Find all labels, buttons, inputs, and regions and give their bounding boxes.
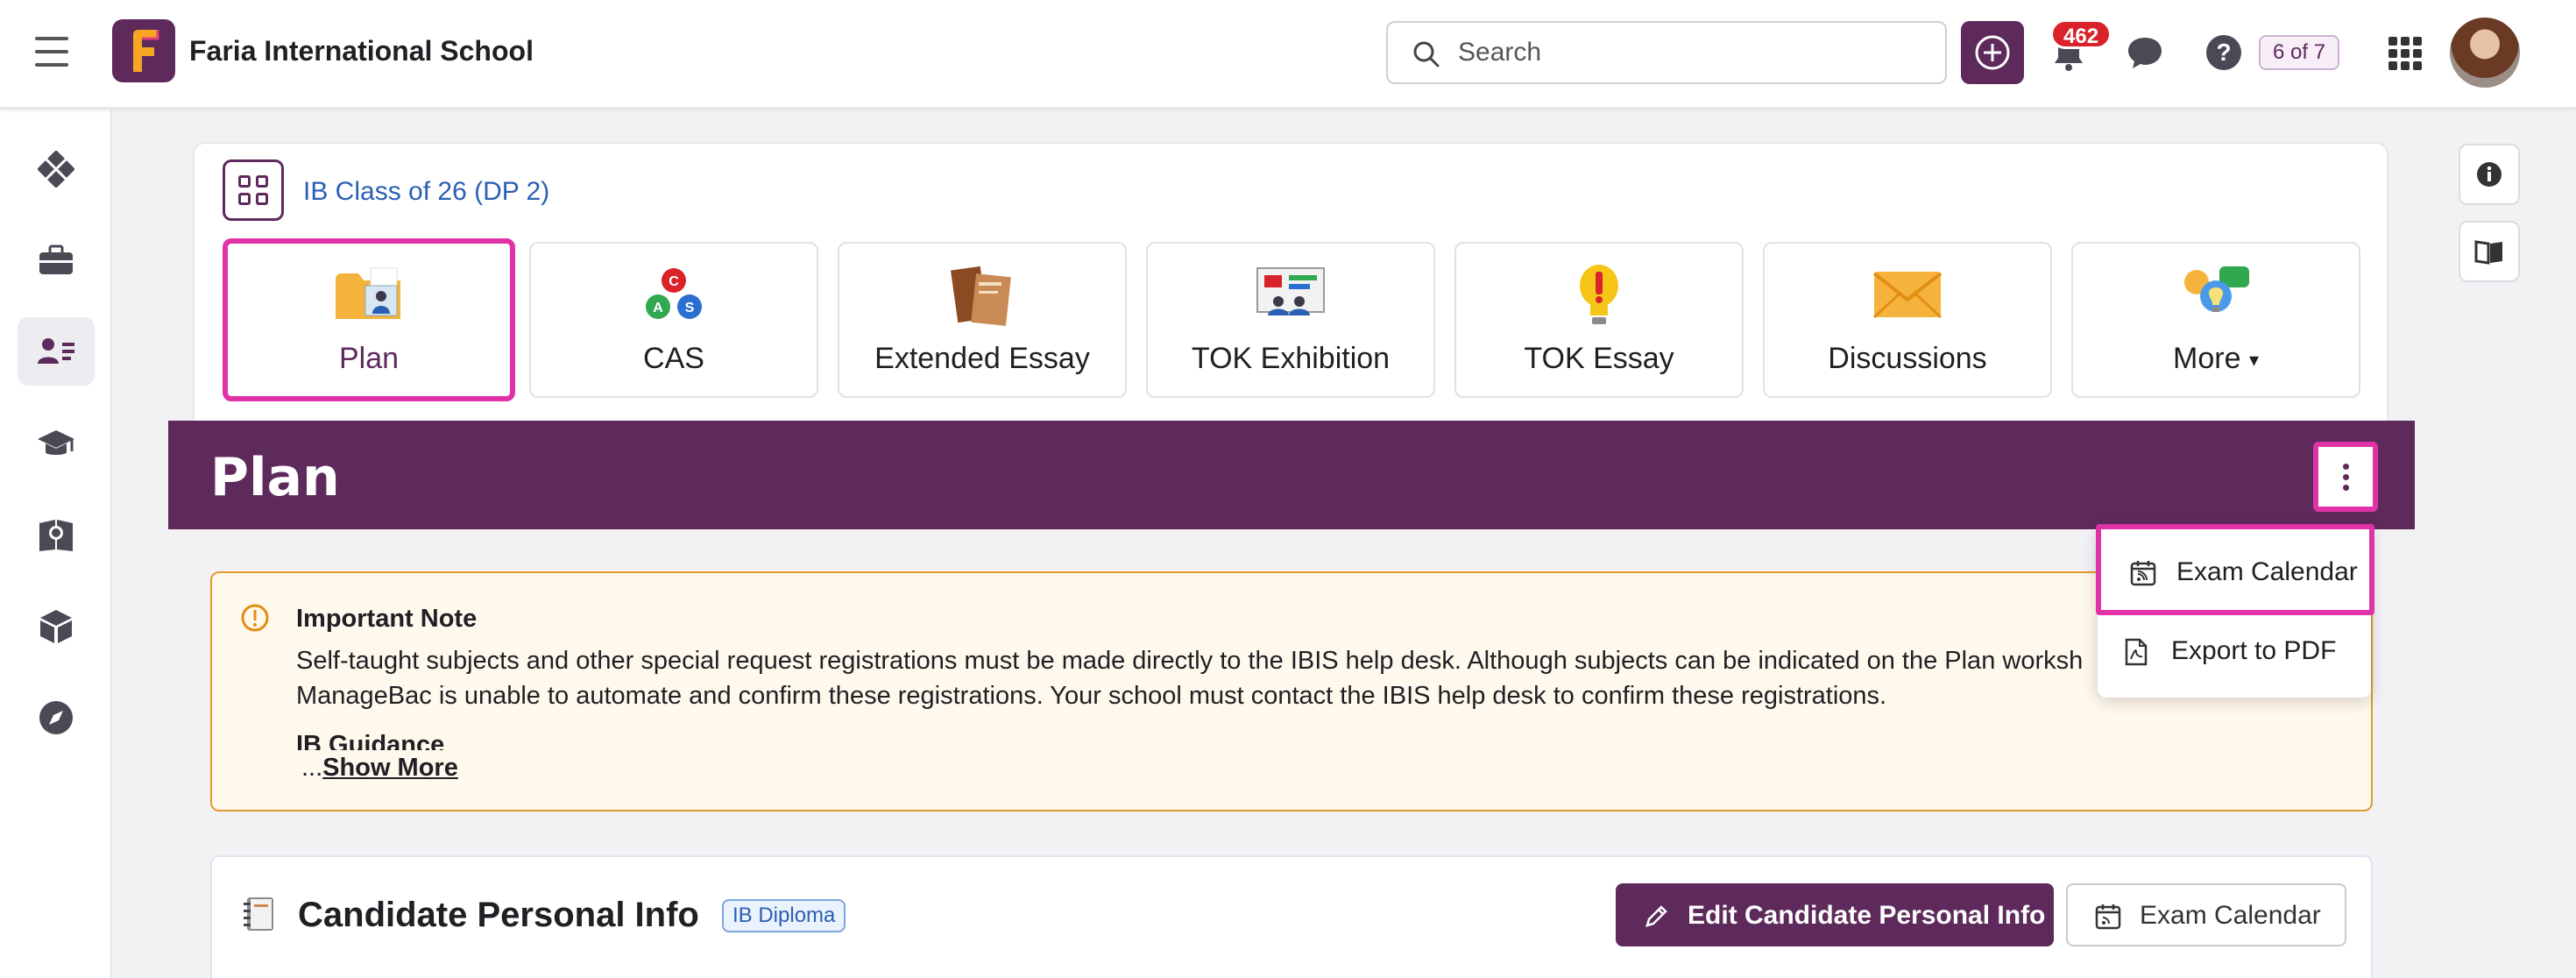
menu-item-exam-calendar[interactable]: Exam Calendar	[2096, 524, 2374, 615]
info-button[interactable]	[2459, 144, 2520, 205]
nav-briefcase-icon[interactable]	[18, 226, 95, 294]
top-bar: Faria International School 462 ? 6 of 7	[0, 0, 2576, 109]
important-note: Important Note Self-taught subjects and …	[210, 571, 2373, 811]
nav-dashboard-icon[interactable]	[18, 135, 95, 203]
open-book-icon	[2474, 240, 2502, 265]
show-more-link[interactable]: Show More	[322, 754, 458, 782]
guide-book-button[interactable]	[2459, 221, 2520, 282]
nav-compass-icon[interactable]	[18, 684, 95, 752]
nav-cube-icon[interactable]	[18, 592, 95, 661]
svg-text:C: C	[669, 274, 679, 289]
tile-cas[interactable]: CAS CAS	[529, 242, 818, 398]
menu-item-export-pdf[interactable]: Export to PDF	[2098, 613, 2371, 691]
tile-label: Extended Essay	[874, 342, 1090, 375]
messages-chat-icon[interactable]	[2126, 35, 2164, 74]
notebook-icon	[240, 894, 279, 939]
nav-graduation-cap-icon[interactable]	[18, 410, 95, 478]
tile-label: Discussions	[1828, 342, 1987, 375]
apps-grid-icon[interactable]	[2388, 37, 2422, 70]
help-question-icon[interactable]: ?	[2206, 35, 2241, 70]
svg-text:A: A	[653, 301, 663, 315]
note-text-line: Self-taught subjects and other special r…	[296, 647, 2084, 675]
class-link[interactable]: IB Class of 26 (DP 2)	[303, 177, 549, 207]
search-box[interactable]	[1386, 21, 1947, 84]
folder-person-icon	[332, 263, 406, 329]
more-options-kebab-icon[interactable]	[2313, 442, 2378, 512]
tile-label: Plan	[338, 342, 400, 375]
envelope-icon	[1871, 263, 1944, 329]
tile-discussions[interactable]: Discussions	[1763, 242, 2052, 398]
class-grid-icon[interactable]	[223, 159, 284, 221]
caret-down-icon: ▾	[2248, 349, 2259, 372]
exclamation-bulb-icon	[1573, 263, 1625, 336]
nav-globe-book-icon[interactable]	[18, 501, 95, 570]
plus-circle-icon	[1975, 35, 2010, 70]
menu-item-label: Export to PDF	[2171, 636, 2337, 665]
show-more: ...Show More	[301, 754, 458, 783]
notifications-count-badge: 462	[2050, 19, 2112, 49]
section-title: Candidate Personal Info	[298, 896, 699, 934]
plan-options-menu: Exam Calendar Export to PDF	[2096, 524, 2374, 698]
cas-triangle-icon: CA S	[639, 263, 709, 329]
candidate-personal-info-card: Candidate Personal Info IB Diploma Edit …	[210, 855, 2373, 978]
warning-circle-icon	[240, 603, 270, 637]
tile-label: More ▾	[2073, 342, 2359, 376]
edit-candidate-info-button[interactable]: Edit Candidate Personal Info	[1616, 883, 2054, 946]
lightbulb-chat-icon	[2179, 263, 2253, 330]
plan-banner: Plan	[168, 421, 2415, 529]
books-icon	[947, 263, 1017, 334]
tile-extended-essay[interactable]: Extended Essay	[838, 242, 1127, 398]
search-icon	[1412, 40, 1440, 73]
left-navigation	[0, 110, 112, 978]
exam-calendar-button[interactable]: Exam Calendar	[2066, 883, 2346, 946]
button-label: Exam Calendar	[2140, 901, 2321, 930]
school-logo[interactable]	[112, 19, 175, 82]
presentation-board-icon	[1254, 263, 1327, 329]
menu-item-label: Exam Calendar	[2176, 557, 2358, 586]
tile-label: TOK Exhibition	[1191, 342, 1391, 375]
svg-text:S: S	[685, 301, 695, 315]
search-input[interactable]	[1458, 35, 1931, 70]
note-guidance-heading: IB Guidance	[296, 731, 445, 750]
pencil-icon	[1644, 903, 1670, 936]
note-title: Important Note	[296, 605, 478, 633]
calendar-feed-icon	[2094, 903, 2122, 938]
note-text-line: ManageBac is unable to automate and conf…	[296, 682, 1887, 710]
button-label: Edit Candidate Personal Info	[1688, 901, 2046, 930]
more-label: More	[2173, 342, 2241, 375]
tile-plan[interactable]: Plan	[223, 238, 515, 401]
ellipsis: ...	[301, 754, 323, 782]
pdf-icon	[2124, 638, 2148, 670]
program-badge: IB Diploma	[722, 899, 846, 932]
school-name[interactable]: Faria International School	[189, 35, 534, 67]
tile-label: TOK Essay	[1524, 342, 1674, 375]
page-title: Plan	[210, 447, 340, 508]
info-icon	[2477, 162, 2502, 187]
onboarding-counter[interactable]: 6 of 7	[2259, 35, 2340, 70]
add-button[interactable]	[1961, 21, 2024, 84]
tile-more[interactable]: More ▾	[2071, 242, 2360, 398]
tile-tok-exhibition[interactable]: TOK Exhibition	[1146, 242, 1435, 398]
tile-label: CAS	[643, 342, 704, 375]
nav-student-profile-icon[interactable]	[18, 317, 95, 386]
user-avatar[interactable]	[2450, 18, 2520, 88]
hamburger-menu-icon[interactable]	[35, 37, 68, 67]
tile-tok-essay[interactable]: TOK Essay	[1454, 242, 1744, 398]
calendar-feed-icon	[2129, 559, 2157, 592]
